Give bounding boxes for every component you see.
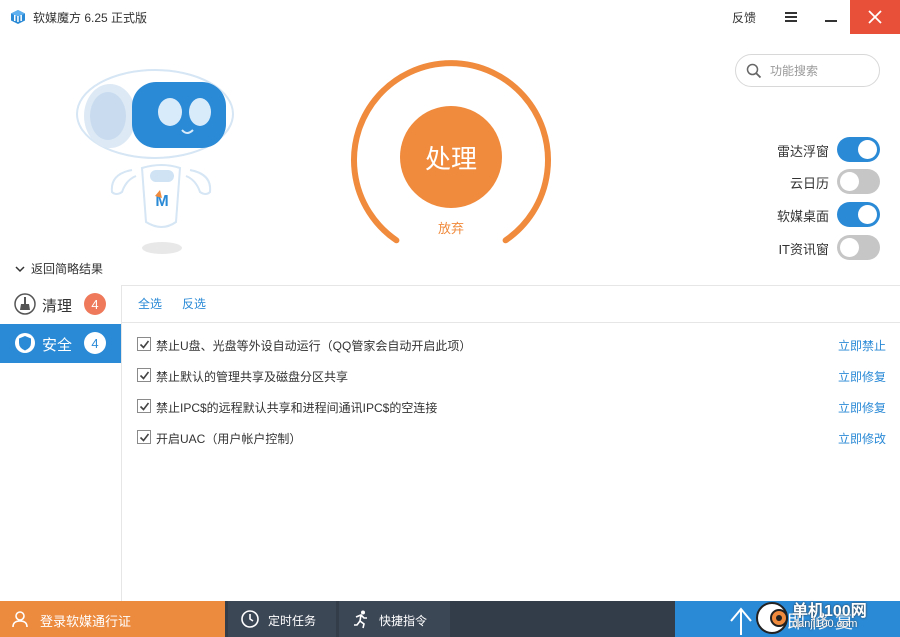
item-checkbox[interactable]: [137, 368, 151, 382]
toggle-row-calendar: 云日历: [740, 169, 885, 195]
app-title: 软媒魔方 6.25 正式版: [33, 11, 148, 25]
feedback-link[interactable]: 反馈: [732, 9, 756, 26]
process-button[interactable]: 处理: [400, 106, 502, 208]
title-bar: 软媒魔方 6.25 正式版 反馈: [0, 0, 900, 34]
list-item: 禁止U盘、光盘等外设自动运行（QQ管家会自动开启此项） 立即禁止: [122, 333, 900, 364]
toggle-label: 软媒桌面: [776, 209, 829, 224]
quick-commands-label: 快捷指令: [379, 614, 428, 628]
user-icon: [12, 611, 28, 628]
menu-icon[interactable]: [780, 6, 802, 28]
close-icon: [868, 10, 882, 24]
item-text: 开启UAC（用户帐户控制）: [156, 432, 302, 446]
select-all-link[interactable]: 全选: [138, 295, 162, 312]
sidebar-item-security[interactable]: 安全 4: [0, 324, 121, 363]
shield-icon: [15, 333, 35, 353]
list-item: 禁止默认的管理共享及磁盘分区共享 立即修复: [122, 364, 900, 395]
list-item: 禁止IPC$的远程默认共享和进程间通讯IPC$的空连接 立即修复: [122, 395, 900, 426]
checkmark-icon: [139, 433, 150, 442]
toggle-label: 雷达浮窗: [776, 144, 829, 159]
toggle-row-news: IT资讯窗: [740, 235, 885, 261]
scheduled-tasks-button[interactable]: 定时任务: [228, 601, 336, 637]
invert-selection-link[interactable]: 反选: [182, 295, 206, 312]
item-checkbox[interactable]: [137, 430, 151, 444]
count-badge: 4: [84, 293, 106, 315]
sidebar-item-label: 安全: [42, 337, 73, 354]
chevron-down-icon: [15, 265, 25, 272]
toggle-knob: [858, 205, 877, 224]
toggle-label: 云日历: [789, 176, 829, 191]
toggle-knob: [840, 238, 859, 257]
list-divider: [122, 322, 900, 323]
broom-icon: [14, 293, 36, 315]
scheduled-tasks-label: 定时任务: [268, 614, 317, 628]
watermark-logo-icon: [756, 602, 788, 634]
item-action-link[interactable]: 立即禁止: [838, 337, 886, 354]
search-input[interactable]: [770, 61, 870, 81]
item-text: 禁止默认的管理共享及磁盘分区共享: [156, 370, 349, 384]
checkmark-icon: [139, 402, 150, 411]
minimize-icon[interactable]: [820, 6, 842, 28]
login-label: 登录软媒通行证: [40, 614, 132, 629]
close-button[interactable]: [850, 0, 900, 34]
checkmark-icon: [139, 371, 150, 380]
site-watermark: 单机100网 danji100.com: [752, 596, 900, 637]
search-icon: [746, 63, 762, 79]
item-action-link[interactable]: 立即修复: [838, 399, 886, 416]
list-item: 开启UAC（用户帐户控制） 立即修改: [122, 426, 900, 457]
item-checkbox[interactable]: [137, 337, 151, 351]
back-to-summary-link[interactable]: 返回简略结果: [14, 260, 103, 277]
running-man-icon: [354, 610, 367, 629]
search-box[interactable]: [735, 54, 880, 87]
toggle-label: IT资讯窗: [778, 242, 829, 257]
checkmark-icon: [139, 340, 150, 349]
toggle-row-radar: 雷达浮窗: [740, 137, 885, 163]
item-checkbox[interactable]: [137, 399, 151, 413]
cloud-calendar-toggle[interactable]: [837, 169, 880, 194]
toggle-row-desktop: 软媒桌面: [740, 202, 885, 228]
clock-icon: [241, 610, 259, 628]
sidebar-item-label: 清理: [42, 298, 73, 315]
back-link-label: 返回简略结果: [31, 262, 104, 276]
abandon-link[interactable]: 放弃: [438, 218, 464, 237]
mascot-robot-illustration: M: [76, 69, 234, 254]
item-text: 禁止IPC$的远程默认共享和进程间通讯IPC$的空连接: [156, 401, 438, 415]
sidebar-item-clean[interactable]: 清理 4: [0, 285, 121, 324]
toggle-knob: [840, 172, 859, 191]
category-sidebar: 清理 4 安全 4: [0, 285, 122, 601]
quick-commands-button[interactable]: 快捷指令: [339, 601, 450, 637]
ruanmei-desktop-toggle[interactable]: [837, 202, 880, 227]
login-button[interactable]: 登录软媒通行证: [0, 601, 225, 637]
item-text: 禁止U盘、光盘等外设自动运行（QQ管家会自动开启此项）: [156, 339, 472, 353]
toggle-knob: [858, 140, 877, 159]
watermark-line2: danji100.com: [792, 618, 858, 630]
radar-float-toggle[interactable]: [837, 137, 880, 162]
section-divider: [0, 285, 900, 286]
item-action-link[interactable]: 立即修改: [838, 430, 886, 447]
count-badge: 4: [84, 332, 106, 354]
item-action-link[interactable]: 立即修复: [838, 368, 886, 385]
app-logo-icon: [11, 10, 25, 24]
arrow-up-icon: [730, 607, 752, 635]
it-news-toggle[interactable]: [837, 235, 880, 260]
